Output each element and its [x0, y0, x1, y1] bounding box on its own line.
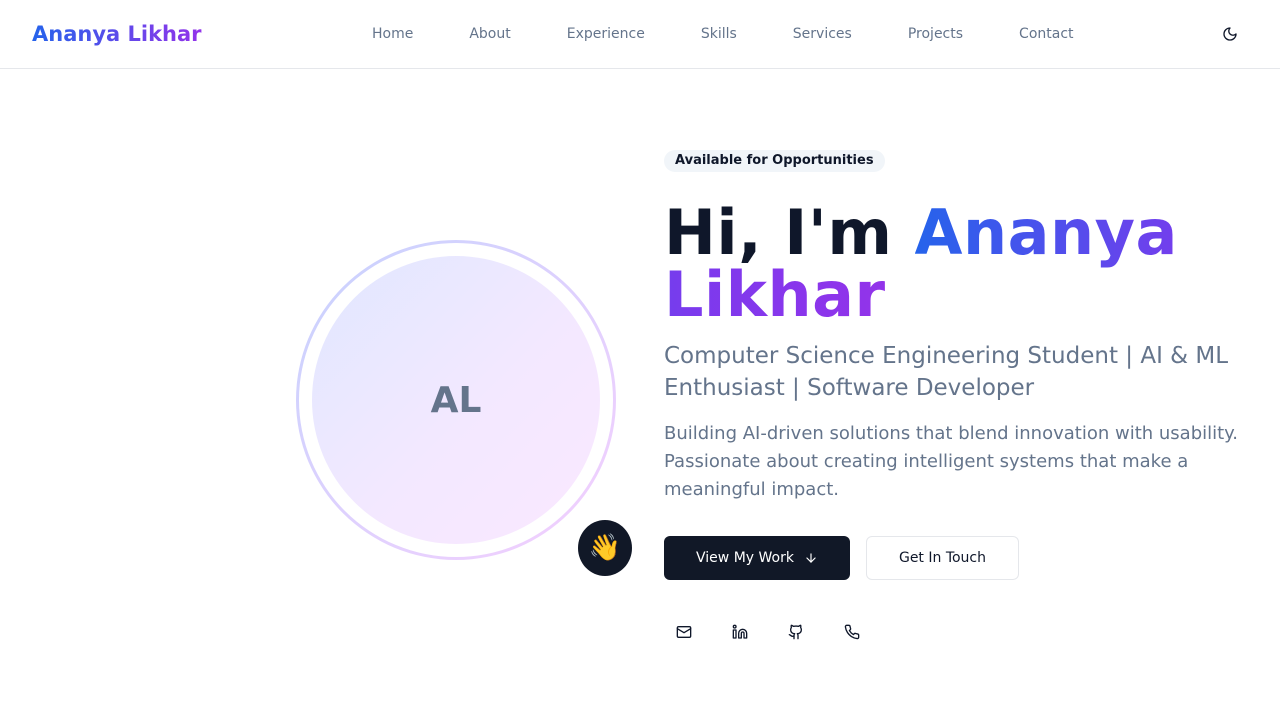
- nav-link-projects[interactable]: Projects: [908, 24, 963, 44]
- get-in-touch-label: Get In Touch: [898, 550, 987, 566]
- github-link[interactable]: [780, 616, 812, 648]
- wave-badge: 👋: [578, 520, 632, 576]
- hero-headline: Hi, I'm Ananya Likhar: [664, 202, 1264, 326]
- view-my-work-label: View My Work: [696, 550, 794, 566]
- nav-link-home[interactable]: Home: [372, 24, 413, 44]
- brand-logo[interactable]: Ananya Likhar: [32, 20, 202, 48]
- moon-icon: [1223, 27, 1237, 41]
- get-in-touch-button[interactable]: Get In Touch: [866, 536, 1019, 580]
- waving-hand-icon: 👋: [588, 533, 622, 563]
- nav-link-contact[interactable]: Contact: [1019, 24, 1073, 44]
- github-icon: [788, 624, 803, 640]
- availability-badge: Available for Opportunities: [664, 150, 885, 172]
- phone-link[interactable]: [836, 616, 868, 648]
- hero-tagline: Computer Science Engineering Student | A…: [664, 343, 1229, 401]
- nav-link-experience[interactable]: Experience: [567, 24, 645, 44]
- nav-link-skills[interactable]: Skills: [701, 24, 737, 44]
- navbar: Ananya Likhar Home About Experience Skil…: [0, 0, 1280, 69]
- linkedin-link[interactable]: [724, 616, 756, 648]
- nav-link-services[interactable]: Services: [793, 24, 852, 44]
- phone-icon: [844, 624, 860, 640]
- avatar-initials: AL: [430, 379, 482, 421]
- arrow-down-icon: [804, 551, 818, 565]
- social-links: [668, 616, 892, 648]
- email-link[interactable]: [668, 616, 700, 648]
- theme-toggle-button[interactable]: [1214, 18, 1246, 50]
- linkedin-icon: [732, 624, 748, 639]
- view-my-work-button[interactable]: View My Work: [664, 536, 850, 580]
- mail-icon: [676, 626, 692, 638]
- nav-link-about[interactable]: About: [469, 24, 510, 44]
- avatar-frame: AL: [296, 240, 616, 560]
- main-nav: Home About Experience Skills Services Pr…: [372, 24, 1130, 44]
- hero-description: Building AI-driven solutions that blend …: [664, 423, 1238, 500]
- avatar: AL: [312, 256, 600, 544]
